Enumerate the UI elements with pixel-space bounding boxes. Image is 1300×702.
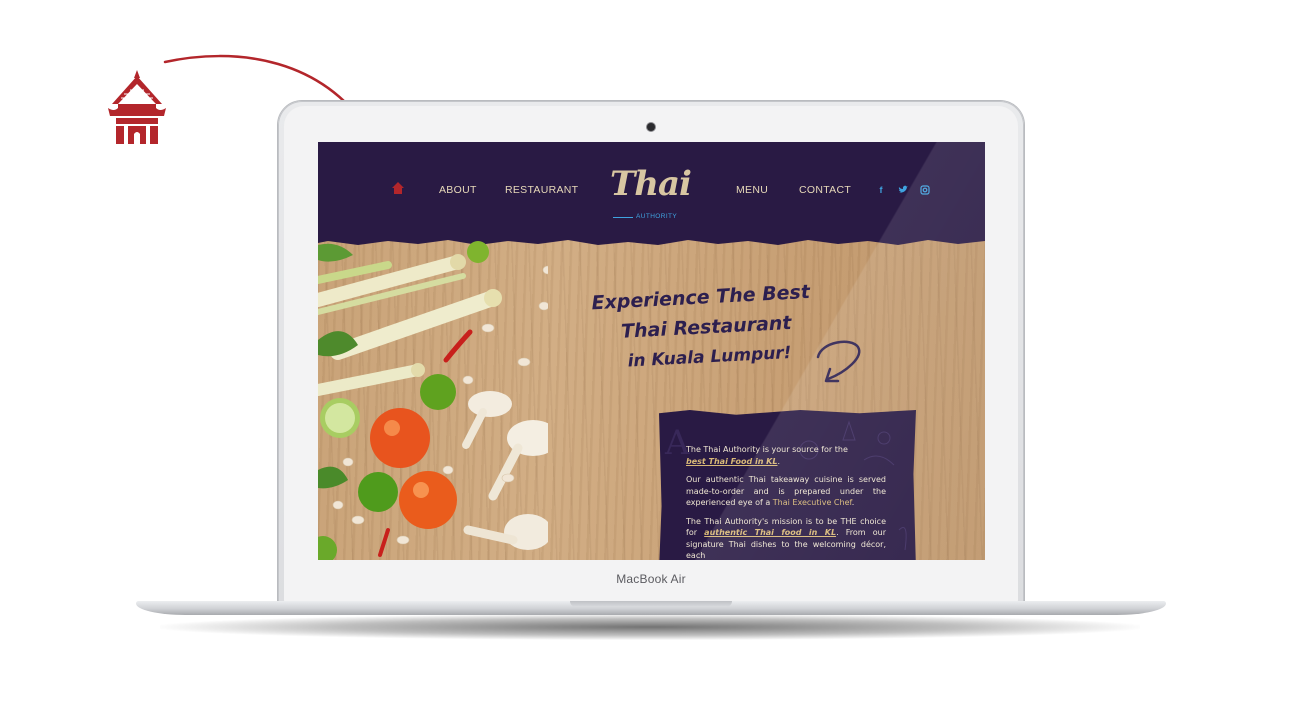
authentic-thai-food-link[interactable]: authentic Thai food in KL [704, 528, 836, 537]
nav-menu[interactable]: MENU [736, 184, 768, 196]
laptop-notch [570, 601, 732, 607]
site-navbar: ABOUT RESTAURANT Thai AUTHORITY MENU CON… [318, 142, 985, 240]
logo-subtext: AUTHORITY [636, 213, 678, 220]
website-screen: ABOUT RESTAURANT Thai AUTHORITY MENU CON… [318, 142, 985, 560]
intro-paragraph-3: The Thai Authority's mission is to be TH… [686, 516, 886, 561]
logo-text: Thai [610, 164, 692, 204]
logo-divider [613, 217, 633, 218]
scribble-arrow-icon [816, 340, 861, 383]
intro-paragraph-2: Our authentic Thai takeaway cuisine is s… [686, 474, 886, 509]
thai-house-icon[interactable] [391, 182, 405, 194]
laptop-shadow [160, 614, 1140, 640]
intro-text: The Thai Authority is your source for th… [686, 444, 886, 560]
thai-executive-chef-text: Thai Executive Chef [772, 498, 852, 507]
laptop-model-label: MacBook Air [616, 572, 686, 586]
twitter-icon[interactable] [898, 185, 908, 195]
nav-restaurant[interactable]: RESTAURANT [505, 184, 578, 196]
thai-house-logo-icon [108, 70, 166, 144]
nav-about[interactable]: ABOUT [439, 184, 477, 196]
p1-text: The Thai Authority is your source for th… [686, 445, 848, 454]
nav-contact[interactable]: CONTACT [799, 184, 851, 196]
site-logo[interactable]: Thai AUTHORITY [610, 164, 692, 224]
camera [647, 123, 655, 131]
intro-paragraph-1: The Thai Authority is your source for th… [686, 444, 886, 467]
p2-end: . [851, 498, 855, 507]
p1-end: . [777, 456, 781, 466]
ingredients-image [318, 241, 548, 560]
best-thai-food-link[interactable]: best Thai Food in KL [686, 457, 777, 466]
facebook-icon[interactable]: f [876, 185, 886, 195]
instagram-icon[interactable] [920, 185, 930, 195]
hero-headline: Experience The Best Thai Restaurant in K… [591, 276, 835, 378]
